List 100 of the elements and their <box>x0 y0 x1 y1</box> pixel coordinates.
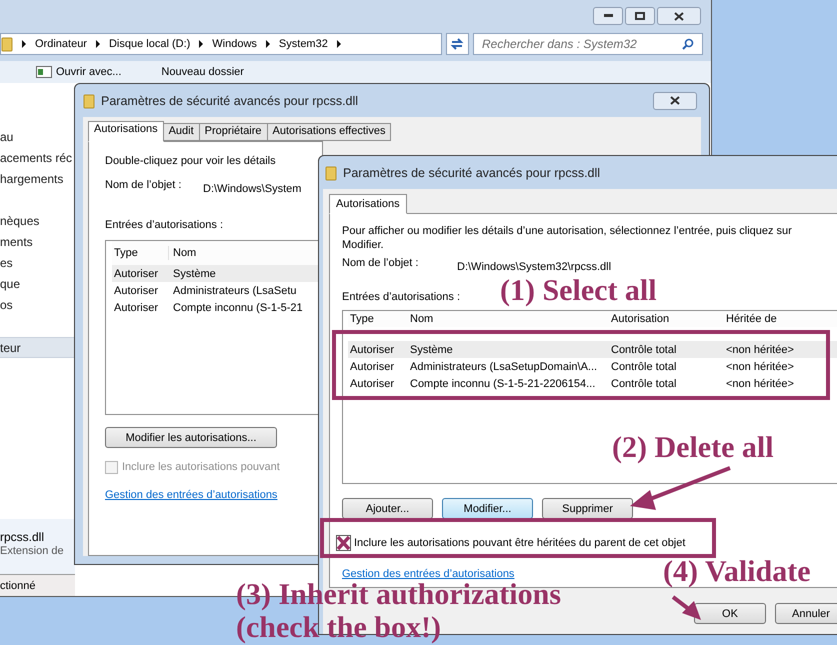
table-cell-text: Système <box>172 266 216 280</box>
permission-row[interactable]: Autoriser Compte inconnu (S-1-5-21 <box>112 299 322 316</box>
caret-icon <box>336 40 342 48</box>
table-cell-text: Système <box>409 342 454 356</box>
column-header[interactable]: Type <box>348 312 406 326</box>
table-cell-text: Autoriser <box>113 300 160 314</box>
sidebar-item[interactable]: nèques <box>0 211 40 232</box>
minimize-icon <box>604 14 612 18</box>
table-cell-text: Autoriser <box>349 342 396 356</box>
column-header[interactable]: Autorisation <box>607 312 722 326</box>
permission-row[interactable]: Autoriser Système Contrôle total <non héritée> <box>348 341 837 358</box>
close-button[interactable] <box>657 7 701 25</box>
entries-label: Entrées d’autorisations : <box>105 218 224 232</box>
object-path: D:\Windows\System <box>203 182 302 197</box>
sidebar-item[interactable]: au <box>0 127 14 148</box>
column-header[interactable]: Nom <box>168 246 196 260</box>
permission-row[interactable]: Autoriser Administrateurs (LsaSetupDomain\A... Contrôle total <non héritée> <box>348 358 837 375</box>
table-cell-text: Compte inconnu (S-1-5-21 <box>172 300 303 314</box>
sidebar-item[interactable]: os <box>0 295 13 316</box>
annotation-text: (4) Validate <box>663 557 811 587</box>
table-cell-text: Administrateurs (LsaSetu <box>172 284 296 298</box>
caret-icon <box>94 40 101 48</box>
search-icon <box>682 38 694 50</box>
breadcrumb-item[interactable]: Disque local (D:) <box>108 37 190 51</box>
annotation-arrow <box>672 595 701 620</box>
checkbox-label: Inclure les autorisations pouvant être héritées du parent de cet objet <box>354 536 686 550</box>
annotation-text: (1) Select all <box>500 276 657 306</box>
tab[interactable]: Autorisations <box>88 121 164 142</box>
file-name: rpcss.dll <box>0 530 44 544</box>
action-button[interactable]: Ajouter... <box>342 498 433 519</box>
ok-button[interactable]: OK <box>694 603 766 624</box>
manage-entries-link[interactable]: Gestion des entrées d’autorisations <box>105 488 278 502</box>
table-cell-text: <non héritée> <box>725 360 794 374</box>
close-icon <box>670 96 680 105</box>
table-cell-text: Administrateurs (LsaSetupDomain\A... <box>409 360 598 374</box>
edit-permissions-button[interactable]: Modifier les autorisations... <box>105 427 277 448</box>
sidebar-item[interactable]: hargements <box>0 169 64 190</box>
status-bar: ctionné <box>0 574 75 596</box>
sidebar-item[interactable]: es <box>0 253 13 274</box>
folder-icon <box>1 36 13 52</box>
sidebar-item[interactable]: acements réc <box>0 148 72 169</box>
annotation-text: (2) Delete all <box>612 433 774 463</box>
tab[interactable]: Propriétaire <box>200 123 268 141</box>
tab[interactable]: Autorisations <box>329 194 407 214</box>
folder-icon <box>325 164 337 180</box>
breadcrumb-item[interactable]: Windows <box>212 37 257 51</box>
dialog-title: Paramètres de sécurité avancés pour rpcss.dll <box>101 94 360 108</box>
window-icon <box>36 66 52 78</box>
open-with-button[interactable]: Ouvrir avec... <box>56 65 122 79</box>
table-cell-text: Contrôle total <box>610 376 678 390</box>
checkbox[interactable] <box>336 535 351 551</box>
close-button[interactable] <box>653 92 697 110</box>
tab[interactable]: Autorisations effectives <box>268 123 392 141</box>
object-path: D:\Windows\System32\rpcss.dll <box>457 260 612 275</box>
permission-row[interactable]: Autoriser Administrateurs (LsaSetu <box>112 282 322 299</box>
breadcrumb-item[interactable]: Ordinateur <box>35 37 87 51</box>
table-cell-text: Autoriser <box>349 360 396 374</box>
object-name-label: Nom de l’objet : <box>342 256 420 271</box>
address-bar[interactable]: Ordinateur Disque local (D:) Windows System32 <box>0 33 442 55</box>
sidebar-item[interactable]: teur <box>0 337 75 358</box>
folder-icon <box>83 92 95 108</box>
caret-icon <box>264 40 271 48</box>
tab[interactable]: Audit <box>164 123 200 141</box>
table-cell-text: Autoriser <box>113 284 160 298</box>
description-text: Double-cliquez pour voir les détails <box>105 154 276 168</box>
column-header[interactable]: Héritée de <box>722 312 777 326</box>
refresh-button[interactable] <box>446 33 469 55</box>
sidebar-item[interactable]: que <box>0 274 20 295</box>
caret-icon <box>21 40 27 48</box>
action-button[interactable]: Supprimer <box>542 498 633 519</box>
column-header[interactable]: Type <box>112 246 168 260</box>
manage-entries-link[interactable]: Gestion des entrées d’autorisations <box>342 567 514 581</box>
table-cell-text: Compte inconnu (S-1-5-21-2206154... <box>409 376 596 390</box>
cancel-button[interactable]: Annuler <box>775 603 837 624</box>
refresh-icon <box>450 38 464 50</box>
action-button[interactable]: Modifier... <box>442 498 533 519</box>
permission-row[interactable]: Autoriser Compte inconnu (S-1-5-21-2206154... Contrôle total <non héritée> <box>348 375 837 392</box>
table-cell-text: Contrôle total <box>610 360 678 374</box>
cross-mark-icon <box>337 536 350 550</box>
file-type: Extension de <box>0 544 64 558</box>
dialog-title: Paramètres de sécurité avancés pour rpcss.dll <box>343 166 600 180</box>
table-cell-text: Autoriser <box>349 376 396 390</box>
new-folder-button[interactable]: Nouveau dossier <box>161 65 244 79</box>
close-icon <box>674 12 684 20</box>
sidebar-item[interactable]: ments <box>0 232 33 253</box>
table-cell-text: <non héritée> <box>725 376 794 390</box>
description-text: Pour afficher ou modifier les détails d’une autorisation, sélectionnez l’entrée, puis cliquez sur Modifier. <box>342 224 793 252</box>
breadcrumb-item[interactable]: System32 <box>278 37 328 51</box>
table-cell-text: <non héritée> <box>725 342 794 356</box>
table-cell-text: Autoriser <box>113 266 160 280</box>
object-name-label: Nom de l’objet : <box>105 178 182 193</box>
entries-label: Entrées d’autorisations : <box>342 290 460 304</box>
restore-icon <box>635 12 645 20</box>
restore-button[interactable] <box>625 7 655 25</box>
minimize-button[interactable] <box>593 7 623 25</box>
table-cell-text: Contrôle total <box>610 342 678 356</box>
search-field[interactable]: Rechercher dans : System32 <box>473 33 703 55</box>
caret-icon <box>198 40 204 48</box>
column-header[interactable]: Nom <box>406 312 607 326</box>
checkbox-label: Inclure les autorisations pouvant <box>122 460 280 474</box>
